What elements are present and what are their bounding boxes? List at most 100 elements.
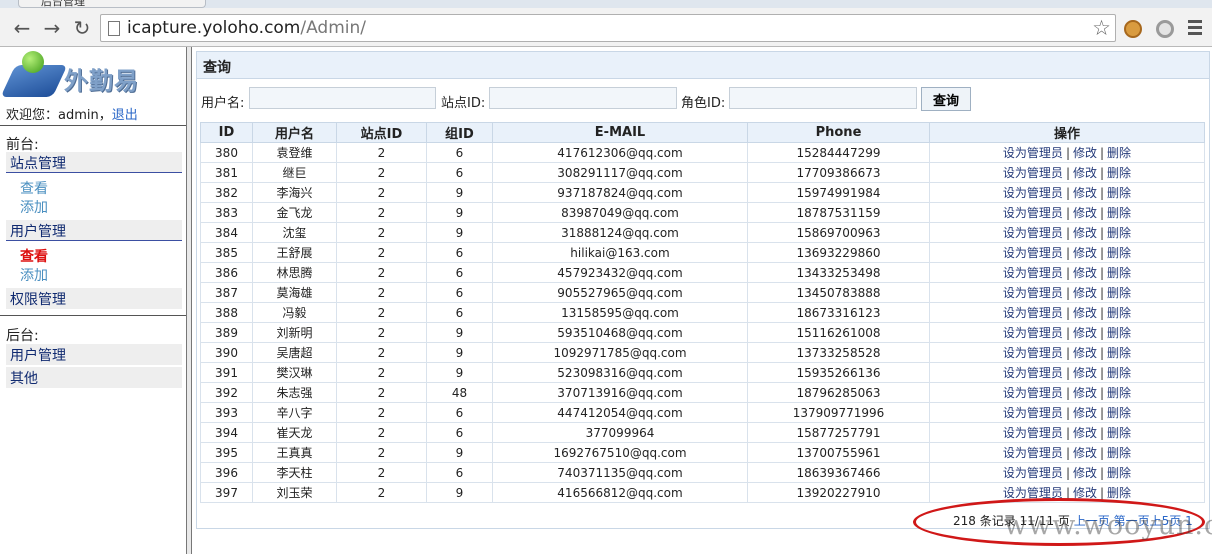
table-cell: 391	[200, 362, 253, 383]
delete-link[interactable]: 删除	[1107, 466, 1131, 480]
edit-link[interactable]: 修改	[1073, 286, 1097, 300]
edit-link[interactable]: 修改	[1073, 326, 1097, 340]
set-admin-link[interactable]: 设为管理员	[1003, 386, 1063, 400]
edit-link[interactable]: 修改	[1073, 366, 1097, 380]
row-actions: 设为管理员 | 修改 | 删除	[929, 322, 1205, 343]
sidebar-item-site-add[interactable]: 添加	[20, 197, 48, 217]
set-admin-link[interactable]: 设为管理员	[1003, 246, 1063, 260]
table-cell: 740371135@qq.com	[492, 462, 748, 483]
delete-link[interactable]: 删除	[1107, 226, 1131, 240]
row-actions: 设为管理员 | 修改 | 删除	[929, 442, 1205, 463]
set-admin-link[interactable]: 设为管理员	[1003, 206, 1063, 220]
table-cell: 457923432@qq.com	[492, 262, 748, 283]
delete-link[interactable]: 删除	[1107, 446, 1131, 460]
role-id-label: 角色ID:	[681, 96, 726, 111]
delete-link[interactable]: 删除	[1107, 266, 1131, 280]
table-cell: 370713916@qq.com	[492, 382, 748, 403]
sidebar-item-permission-management[interactable]: 权限管理	[6, 288, 182, 309]
edit-link[interactable]: 修改	[1073, 446, 1097, 460]
delete-link[interactable]: 删除	[1107, 186, 1131, 200]
bookmark-star-icon[interactable]: ☆	[1092, 16, 1111, 40]
edit-link[interactable]: 修改	[1073, 186, 1097, 200]
delete-link[interactable]: 删除	[1107, 406, 1131, 420]
sidebar-item-user-management[interactable]: 用户管理	[6, 220, 182, 241]
edit-link[interactable]: 修改	[1073, 406, 1097, 420]
site-id-input[interactable]	[489, 87, 677, 109]
back-arrow-icon[interactable]: ←	[10, 16, 34, 40]
logout-link[interactable]: 退出	[112, 108, 138, 123]
table-cell: 18639367466	[747, 462, 930, 483]
set-admin-link[interactable]: 设为管理员	[1003, 186, 1063, 200]
set-admin-link[interactable]: 设为管理员	[1003, 426, 1063, 440]
address-bar[interactable]: icapture.yoloho.com/Admin/ ☆	[100, 14, 1116, 42]
edit-link[interactable]: 修改	[1073, 266, 1097, 280]
table-cell: 袁登维	[252, 142, 337, 163]
url-text[interactable]: icapture.yoloho.com/Admin/	[127, 18, 366, 38]
cookie-extension-icon[interactable]	[1124, 20, 1142, 38]
browser-menu-icon[interactable]	[1188, 20, 1202, 38]
logo-text: 外勤易	[64, 67, 139, 95]
set-admin-link[interactable]: 设为管理员	[1003, 146, 1063, 160]
delete-link[interactable]: 删除	[1107, 306, 1131, 320]
table-cell: 390	[200, 342, 253, 363]
table-cell: 308291117@qq.com	[492, 162, 748, 183]
set-admin-link[interactable]: 设为管理员	[1003, 286, 1063, 300]
edit-link[interactable]: 修改	[1073, 166, 1097, 180]
edit-link[interactable]: 修改	[1073, 146, 1097, 160]
delete-link[interactable]: 删除	[1107, 486, 1131, 500]
set-admin-link[interactable]: 设为管理员	[1003, 226, 1063, 240]
edit-link[interactable]: 修改	[1073, 426, 1097, 440]
delete-link[interactable]: 删除	[1107, 346, 1131, 360]
delete-link[interactable]: 删除	[1107, 286, 1131, 300]
edit-link[interactable]: 修改	[1073, 226, 1097, 240]
edit-link[interactable]: 修改	[1073, 466, 1097, 480]
sidebar-item-user-view[interactable]: 查看	[20, 246, 48, 266]
delete-link[interactable]: 删除	[1107, 426, 1131, 440]
delete-link[interactable]: 删除	[1107, 386, 1131, 400]
row-actions: 设为管理员 | 修改 | 删除	[929, 282, 1205, 303]
reload-icon[interactable]: ↻	[70, 16, 94, 40]
edit-link[interactable]: 修改	[1073, 206, 1097, 220]
edit-link[interactable]: 修改	[1073, 386, 1097, 400]
sidebar-item-site-view[interactable]: 查看	[20, 178, 48, 198]
delete-link[interactable]: 删除	[1107, 166, 1131, 180]
delete-link[interactable]: 删除	[1107, 206, 1131, 220]
set-admin-link[interactable]: 设为管理员	[1003, 406, 1063, 420]
set-admin-link[interactable]: 设为管理员	[1003, 266, 1063, 280]
table-cell: 386	[200, 262, 253, 283]
sidebar-item-user-add[interactable]: 添加	[20, 265, 48, 285]
table-row: 387 莫海雄 2 6 905527965@qq.com 13450783888 设为管理员…	[200, 282, 1205, 303]
browser-tab[interactable]: 后台管理	[18, 0, 206, 8]
sidebar-item-site-management[interactable]: 站点管理	[6, 152, 182, 173]
set-admin-link[interactable]: 设为管理员	[1003, 346, 1063, 360]
set-admin-link[interactable]: 设为管理员	[1003, 166, 1063, 180]
forward-arrow-icon[interactable]: →	[40, 16, 64, 40]
username-input[interactable]	[249, 87, 436, 109]
edit-link[interactable]: 修改	[1073, 306, 1097, 320]
table-cell: 13433253498	[747, 262, 930, 283]
delete-link[interactable]: 删除	[1107, 326, 1131, 340]
action-separator: |	[1065, 426, 1070, 440]
set-admin-link[interactable]: 设为管理员	[1003, 446, 1063, 460]
set-admin-link[interactable]: 设为管理员	[1003, 466, 1063, 480]
edit-link[interactable]: 修改	[1073, 346, 1097, 360]
extension-circle-icon[interactable]	[1156, 20, 1174, 38]
delete-link[interactable]: 删除	[1107, 246, 1131, 260]
delete-link[interactable]: 删除	[1107, 146, 1131, 160]
set-admin-link[interactable]: 设为管理员	[1003, 326, 1063, 340]
edit-link[interactable]: 修改	[1073, 246, 1097, 260]
table-row: 384 沈玺 2 9 31888124@qq.com 15869700963 设为管理员 | 修…	[200, 222, 1205, 243]
table-cell: 2	[336, 382, 427, 403]
table-cell: 1092971785@qq.com	[492, 342, 748, 363]
frame-splitter[interactable]	[186, 47, 192, 554]
delete-link[interactable]: 删除	[1107, 366, 1131, 380]
set-admin-link[interactable]: 设为管理员	[1003, 366, 1063, 380]
action-separator: |	[1100, 366, 1105, 380]
table-cell: 2	[336, 262, 427, 283]
search-button[interactable]: 查询	[921, 87, 971, 111]
sidebar-item-back-user-management[interactable]: 用户管理	[6, 344, 182, 365]
role-id-input[interactable]	[729, 87, 917, 109]
set-admin-link[interactable]: 设为管理员	[1003, 306, 1063, 320]
sidebar-item-other[interactable]: 其他	[6, 367, 182, 388]
table-row: 389 刘新明 2 9 593510468@qq.com 15116261008 设为管理员…	[200, 322, 1205, 343]
